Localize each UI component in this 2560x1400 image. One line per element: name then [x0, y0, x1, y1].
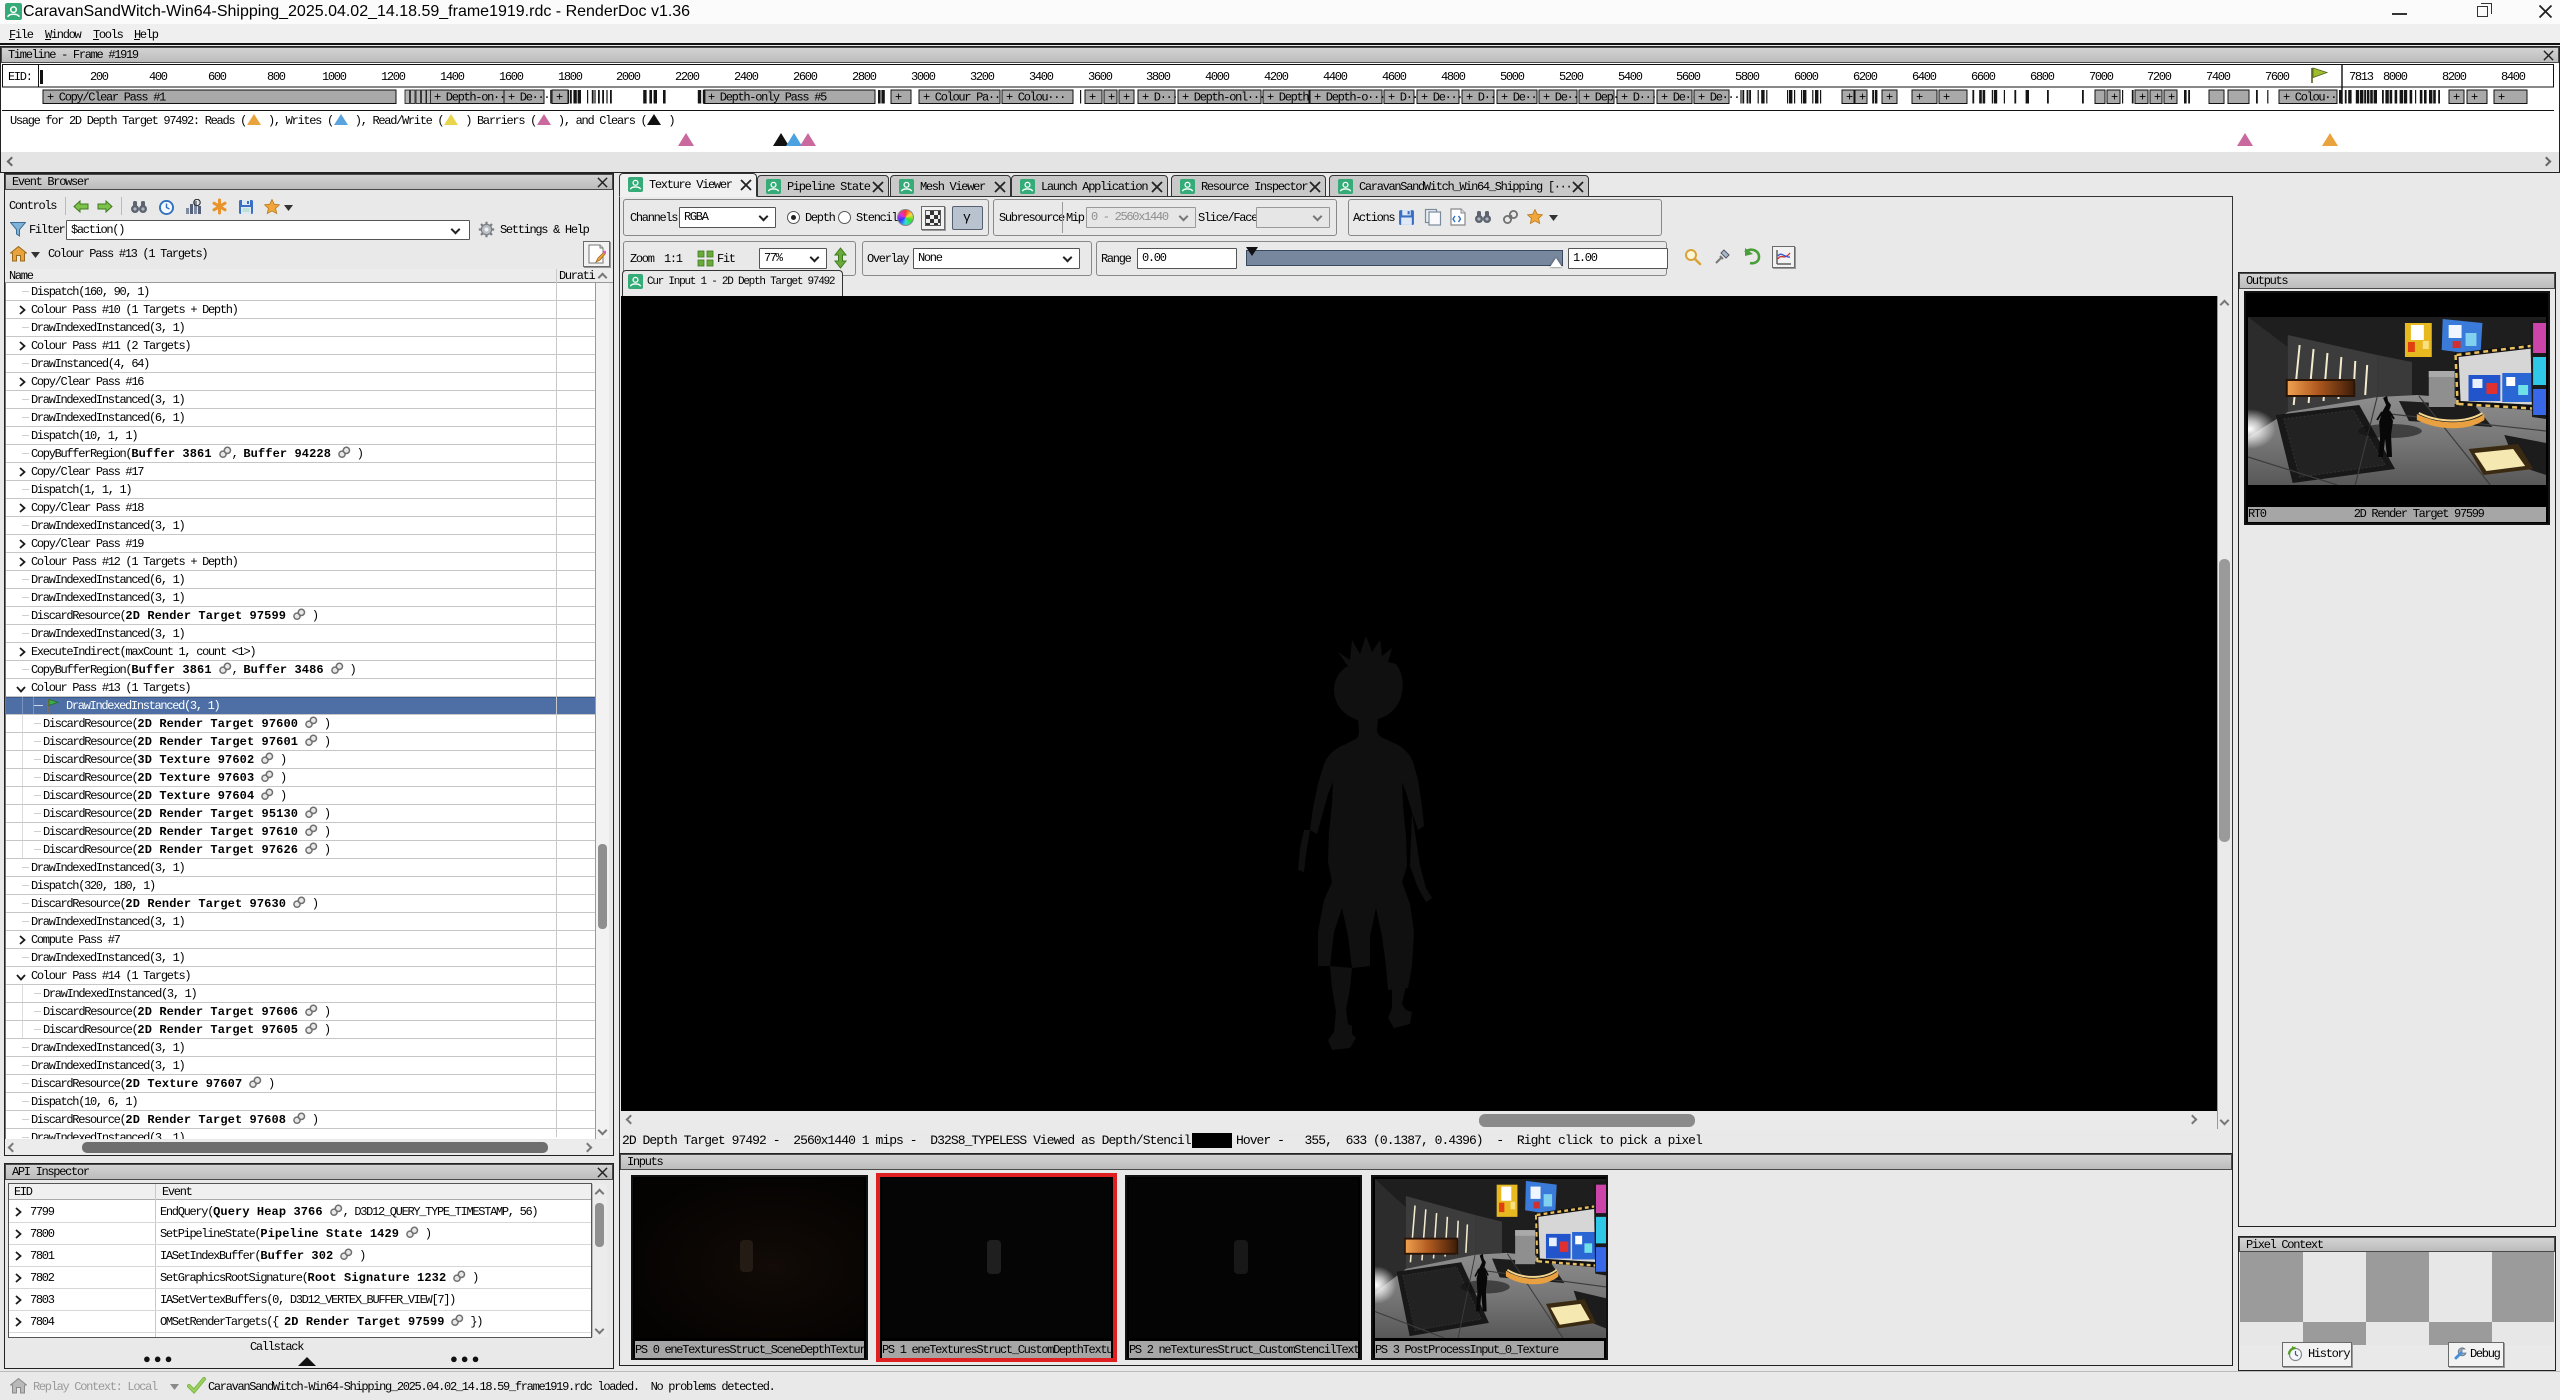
svg-text:2400: 2400 — [734, 70, 759, 84]
svg-text:+ De···: + De··· — [1543, 91, 1584, 105]
svg-text:+ De···: + De··· — [1421, 91, 1462, 105]
svg-text:+ Depth-onl···: + Depth-onl··· — [1182, 91, 1265, 105]
svg-text:3600: 3600 — [1088, 70, 1113, 84]
svg-text:+ De···: + De··· — [1698, 91, 1739, 105]
svg-text:1800: 1800 — [558, 70, 583, 84]
svg-text:7400: 7400 — [2206, 70, 2231, 84]
svg-text:8000: 8000 — [2383, 70, 2408, 84]
svg-text:5600: 5600 — [1676, 70, 1701, 84]
svg-text:+ D···: + D··· — [1466, 91, 1501, 105]
svg-text:7200: 7200 — [2147, 70, 2172, 84]
svg-text:5200: 5200 — [1559, 70, 1584, 84]
svg-text:+ Depth-o···: + Depth-o··· — [1314, 91, 1385, 105]
svg-text:+ Colou···: + Colou··· — [2283, 91, 2342, 105]
svg-text:1000: 1000 — [322, 70, 347, 84]
svg-text:+ De···: + De··· — [508, 91, 549, 105]
svg-text:3400: 3400 — [1029, 70, 1054, 84]
svg-text:8400: 8400 — [2501, 70, 2526, 84]
svg-text:+ D···: + D··· — [1142, 91, 1177, 105]
svg-text:1600: 1600 — [499, 70, 524, 84]
svg-text:7813: 7813 — [2349, 70, 2374, 84]
svg-text:4600: 4600 — [1382, 70, 1407, 84]
svg-text:200: 200 — [90, 70, 109, 84]
svg-text:2600: 2600 — [793, 70, 818, 84]
svg-text:4200: 4200 — [1264, 70, 1289, 84]
svg-text:6200: 6200 — [1853, 70, 1878, 84]
svg-text:7600: 7600 — [2265, 70, 2290, 84]
svg-text:4800: 4800 — [1441, 70, 1466, 84]
svg-text:6400: 6400 — [1912, 70, 1937, 84]
svg-text:6000: 6000 — [1794, 70, 1819, 84]
svg-text:2200: 2200 — [675, 70, 700, 84]
svg-text:7000: 7000 — [2089, 70, 2114, 84]
svg-text:800: 800 — [267, 70, 286, 84]
svg-text:4000: 4000 — [1205, 70, 1230, 84]
svg-text:6800: 6800 — [2030, 70, 2055, 84]
svg-text:1400: 1400 — [440, 70, 465, 84]
svg-text:8200: 8200 — [2442, 70, 2467, 84]
svg-text:1200: 1200 — [381, 70, 406, 84]
svg-text:5000: 5000 — [1500, 70, 1525, 84]
svg-text:400: 400 — [149, 70, 168, 84]
svg-text:+ Depth-only Pass #5: + Depth-only Pass #5 — [708, 91, 827, 105]
svg-text:3200: 3200 — [970, 70, 995, 84]
svg-text:4400: 4400 — [1323, 70, 1348, 84]
svg-text:5400: 5400 — [1618, 70, 1643, 84]
svg-text:2000: 2000 — [616, 70, 641, 84]
svg-text:+ Colou···: + Colou··· — [1006, 91, 1065, 105]
svg-text:+ D···: + D··· — [1621, 91, 1656, 105]
svg-text:+ De···: + De··· — [1501, 91, 1542, 105]
svg-text:2800: 2800 — [852, 70, 877, 84]
svg-text:+ Copy/Clear Pass #1: + Copy/Clear Pass #1 — [47, 91, 166, 105]
svg-text:3000: 3000 — [911, 70, 936, 84]
svg-text:5800: 5800 — [1735, 70, 1760, 84]
svg-text:+ Colour Pa···: + Colour Pa··· — [923, 91, 1006, 105]
svg-text:EID:: EID: — [8, 70, 32, 84]
svg-text:6600: 6600 — [1971, 70, 1996, 84]
svg-text:600: 600 — [208, 70, 227, 84]
svg-text:+ Depth-on···: + Depth-on··· — [434, 91, 511, 105]
svg-text:3800: 3800 — [1146, 70, 1171, 84]
